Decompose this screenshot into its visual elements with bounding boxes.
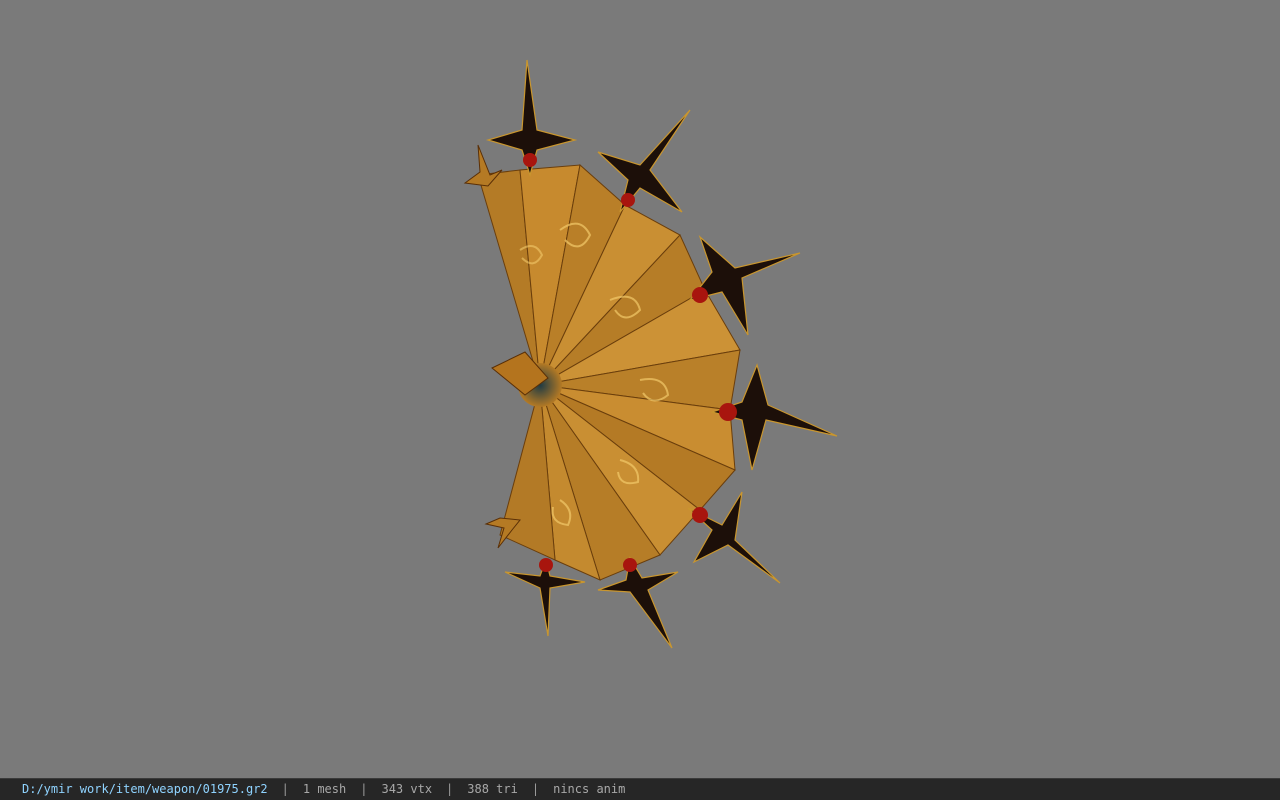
file-path: D:/ymir work/item/weapon/01975.gr2 <box>22 782 268 796</box>
3d-viewport[interactable] <box>0 0 1280 778</box>
triangle-count: 388 tri <box>467 782 518 796</box>
mesh-count: 1 mesh <box>302 782 347 796</box>
fan-weapon-model <box>463 59 838 649</box>
separator: | <box>446 782 454 796</box>
animation-status: nincs anim <box>553 782 626 796</box>
separator: | <box>360 782 368 796</box>
separator: | <box>281 782 289 796</box>
vertex-count: 343 vtx <box>381 782 433 796</box>
separator: | <box>531 782 540 796</box>
status-bar: D:/ymir work/item/weapon/01975.gr2 | 1 mes… <box>0 778 1280 800</box>
